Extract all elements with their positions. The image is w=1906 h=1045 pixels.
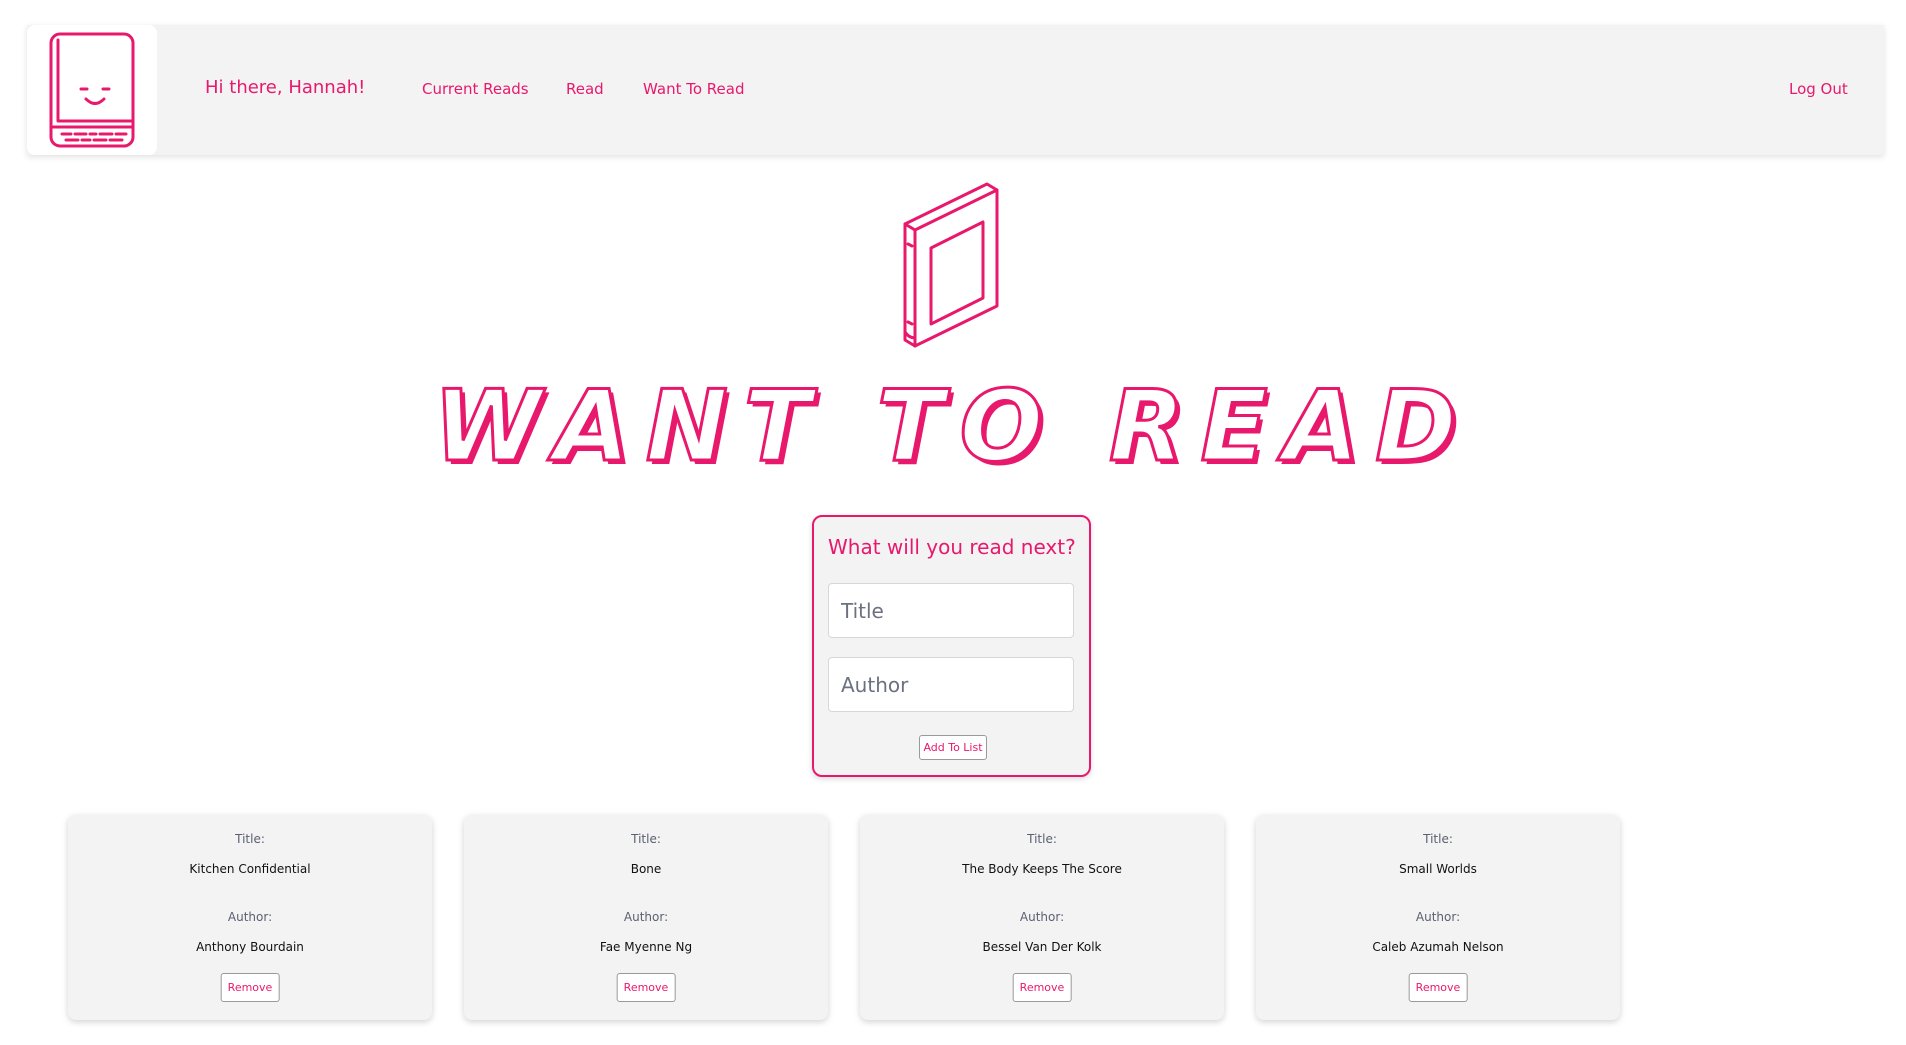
nav-link-current-reads[interactable]: Current Reads — [422, 80, 529, 98]
form-heading: What will you read next? — [828, 535, 1076, 559]
title-input[interactable] — [828, 583, 1074, 638]
author-label: Author: — [1019, 910, 1065, 924]
book-title: The Body Keeps The Score — [962, 862, 1122, 876]
book-card: Title: The Body Keeps The Score Author: … — [860, 815, 1224, 1020]
author-label: Author: — [1415, 910, 1461, 924]
title-label: Title: — [235, 832, 265, 846]
remove-button[interactable]: Remove — [1012, 973, 1072, 1002]
nav-link-read[interactable]: Read — [566, 80, 604, 98]
add-book-form: What will you read next? Add To List — [812, 515, 1091, 777]
book-card: Title: Small Worlds Author: Caleb Azumah… — [1256, 815, 1620, 1020]
remove-button[interactable]: Remove — [616, 973, 676, 1002]
book-author: Fae Myenne Ng — [599, 940, 693, 954]
greeting-text: Hi there, Hannah! — [205, 77, 366, 98]
book-card: Title: Kitchen Confidential Author: Anth… — [68, 815, 432, 1020]
remove-button[interactable]: Remove — [220, 973, 280, 1002]
author-input[interactable] — [828, 657, 1074, 712]
book-title: Kitchen Confidential — [189, 862, 311, 876]
navbar: Hi there, Hannah! Current Reads Read Wan… — [27, 25, 1884, 155]
remove-button[interactable]: Remove — [1408, 973, 1468, 1002]
book-icon — [903, 182, 999, 348]
title-label: Title: — [631, 832, 661, 846]
logo[interactable] — [27, 25, 157, 155]
book-author: Anthony Bourdain — [196, 940, 304, 954]
book-author: Caleb Azumah Nelson — [1372, 940, 1504, 954]
title-label: Title: — [1423, 832, 1453, 846]
author-label: Author: — [623, 910, 669, 924]
book-title: Small Worlds — [1399, 862, 1477, 876]
logout-link[interactable]: Log Out — [1789, 80, 1848, 98]
book-title: Bone — [630, 862, 662, 876]
page-title: WANT TO READ — [432, 370, 1473, 484]
book-card: Title: Bone Author: Fae Myenne Ng Remove — [464, 815, 828, 1020]
author-label: Author: — [227, 910, 273, 924]
nav-link-want-to-read[interactable]: Want To Read — [643, 80, 744, 98]
add-to-list-button[interactable]: Add To List — [919, 735, 987, 760]
smiling-book-icon — [49, 32, 135, 148]
book-author: Bessel Van Der Kolk — [982, 940, 1102, 954]
title-label: Title: — [1027, 832, 1057, 846]
